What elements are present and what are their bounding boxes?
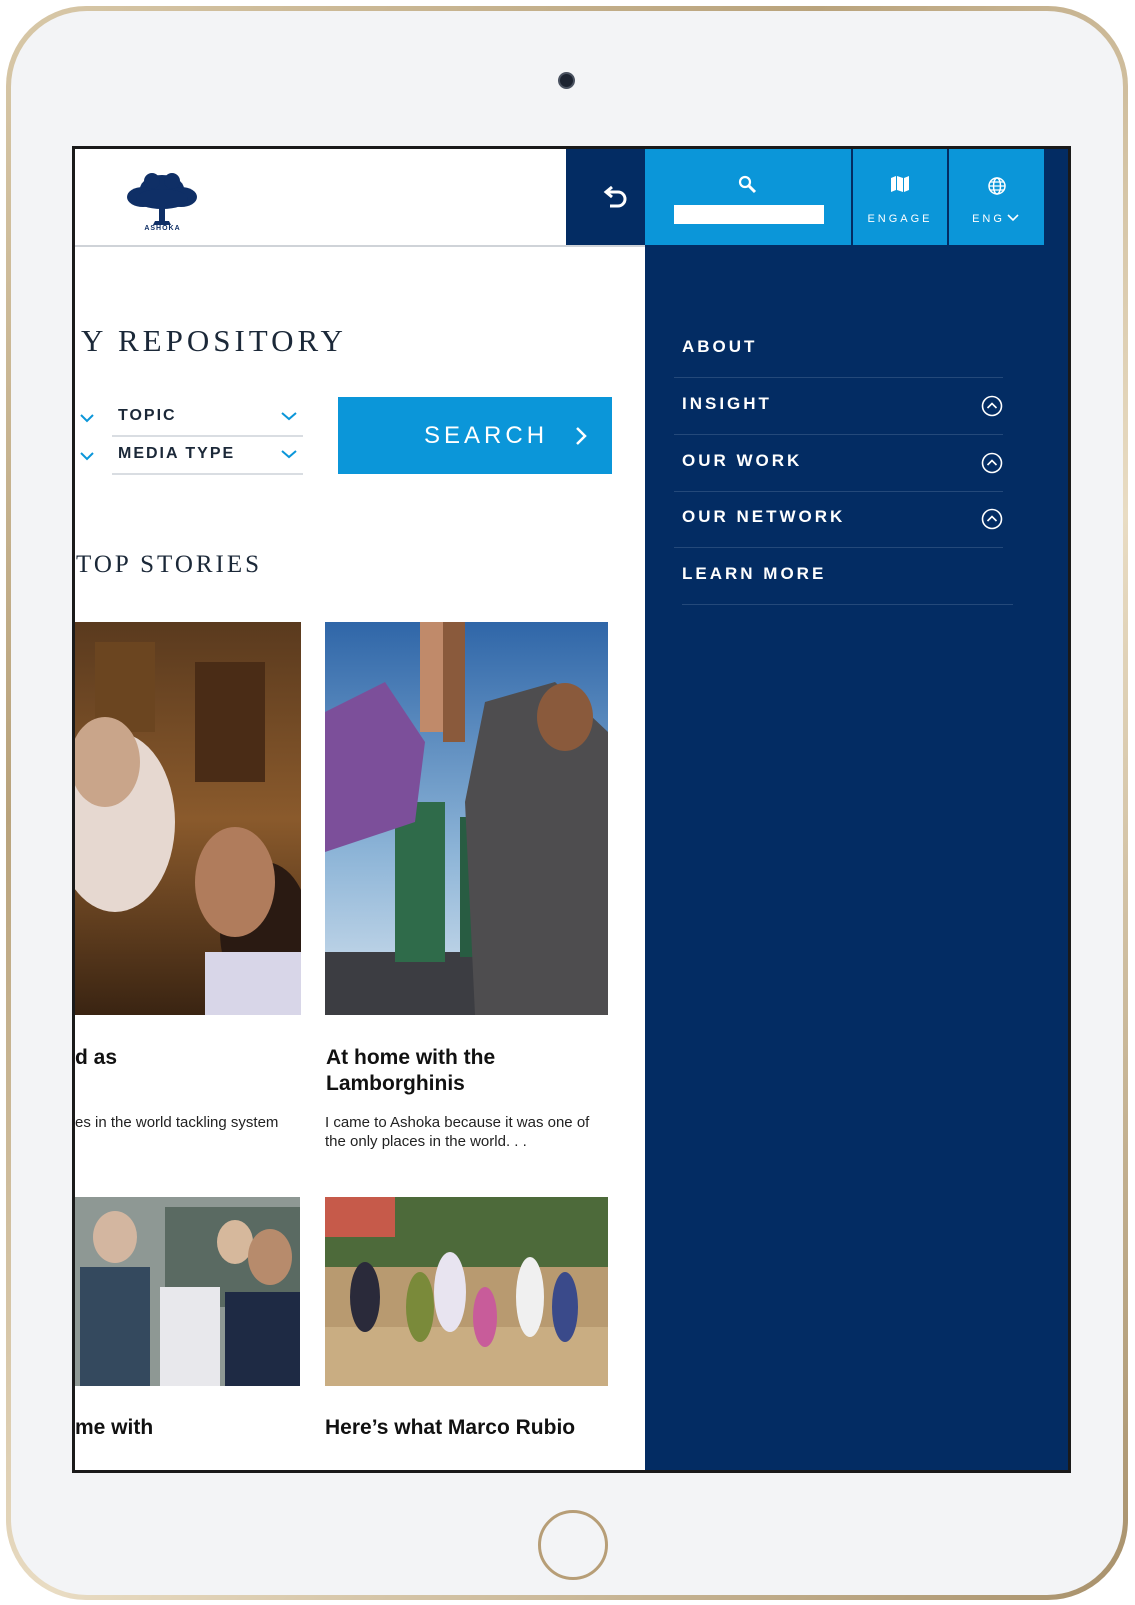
undo-arrow-icon bbox=[603, 185, 627, 208]
menu-item-label: OUR WORK bbox=[682, 451, 803, 470]
chevron-right-icon bbox=[576, 427, 587, 445]
story-excerpt: I came to Ashoka because it was one of t… bbox=[325, 1114, 590, 1150]
menu-item-label: INSIGHT bbox=[682, 394, 772, 413]
chevron-down-icon bbox=[281, 412, 297, 421]
engage-label: ENGAGE bbox=[867, 213, 933, 225]
front-camera bbox=[558, 72, 575, 89]
story-image-high-five[interactable] bbox=[325, 622, 608, 1015]
logo-text: ASHOKA bbox=[144, 225, 181, 232]
expand-circle-icon[interactable] bbox=[981, 508, 1003, 530]
story-image-conference[interactable] bbox=[75, 622, 301, 1015]
chevron-down-icon bbox=[1007, 214, 1019, 222]
chevron-down-icon[interactable] bbox=[80, 451, 94, 461]
story-title[interactable]: At home with the Lamborghinis bbox=[326, 1045, 516, 1097]
menu-item-our-work[interactable]: OUR WORK bbox=[674, 435, 1003, 492]
screen: ASHOKA Y REPOSITORY TOPIC MEDIA TYPE SEA… bbox=[72, 146, 1071, 1473]
map-icon bbox=[891, 176, 909, 192]
main-page: ASHOKA Y REPOSITORY TOPIC MEDIA TYPE SEA… bbox=[75, 149, 664, 1470]
home-button[interactable] bbox=[538, 1510, 608, 1580]
navigation-menu: ENGAGE ENG ABOUT INSIGHT OUR WORK OUR NE… bbox=[645, 149, 1068, 1470]
media-type-filter[interactable]: MEDIA TYPE bbox=[112, 435, 303, 475]
topic-filter-label: TOPIC bbox=[118, 407, 177, 424]
search-input[interactable] bbox=[674, 205, 824, 224]
chevron-down-icon[interactable] bbox=[80, 413, 94, 423]
menu-item-our-network[interactable]: OUR NETWORK bbox=[674, 491, 1003, 548]
search-icon bbox=[738, 175, 757, 194]
chevron-down-icon bbox=[281, 450, 297, 459]
menu-item-label: OUR NETWORK bbox=[682, 507, 846, 526]
search-tab[interactable] bbox=[645, 149, 851, 245]
site-header: ASHOKA bbox=[75, 149, 664, 247]
menu-item-about[interactable]: ABOUT bbox=[674, 321, 1003, 378]
story-image-networking[interactable] bbox=[75, 1197, 300, 1386]
menu-item-label: ABOUT bbox=[682, 337, 758, 356]
media-type-filter-label: MEDIA TYPE bbox=[118, 445, 236, 462]
story-excerpt: es in the world tackling system bbox=[75, 1114, 279, 1131]
ashoka-logo[interactable]: ASHOKA bbox=[125, 171, 200, 237]
expand-circle-icon[interactable] bbox=[981, 395, 1003, 417]
expand-circle-icon[interactable] bbox=[981, 452, 1003, 474]
top-stories-heading: TOP STORIES bbox=[76, 551, 263, 578]
search-button[interactable]: SEARCH bbox=[338, 397, 612, 474]
tree-icon bbox=[127, 173, 197, 225]
repository-title: Y REPOSITORY bbox=[81, 323, 347, 358]
language-selector[interactable]: ENG bbox=[949, 149, 1044, 245]
search-button-label: SEARCH bbox=[424, 422, 549, 449]
story-image-dancing[interactable] bbox=[325, 1197, 608, 1386]
menu-item-label: LEARN MORE bbox=[682, 564, 827, 583]
menu-item-learn-more[interactable]: LEARN MORE bbox=[682, 548, 1013, 605]
story-title[interactable]: d as bbox=[75, 1045, 301, 1071]
globe-icon bbox=[988, 177, 1006, 195]
language-label: ENG bbox=[972, 213, 1005, 225]
engage-button[interactable]: ENGAGE bbox=[853, 149, 947, 245]
menu-item-insight[interactable]: INSIGHT bbox=[674, 378, 1003, 435]
topic-filter[interactable]: TOPIC bbox=[112, 397, 303, 437]
story-title[interactable]: Here’s what Marco Rubio bbox=[325, 1415, 625, 1441]
story-title[interactable]: me with bbox=[75, 1415, 301, 1441]
